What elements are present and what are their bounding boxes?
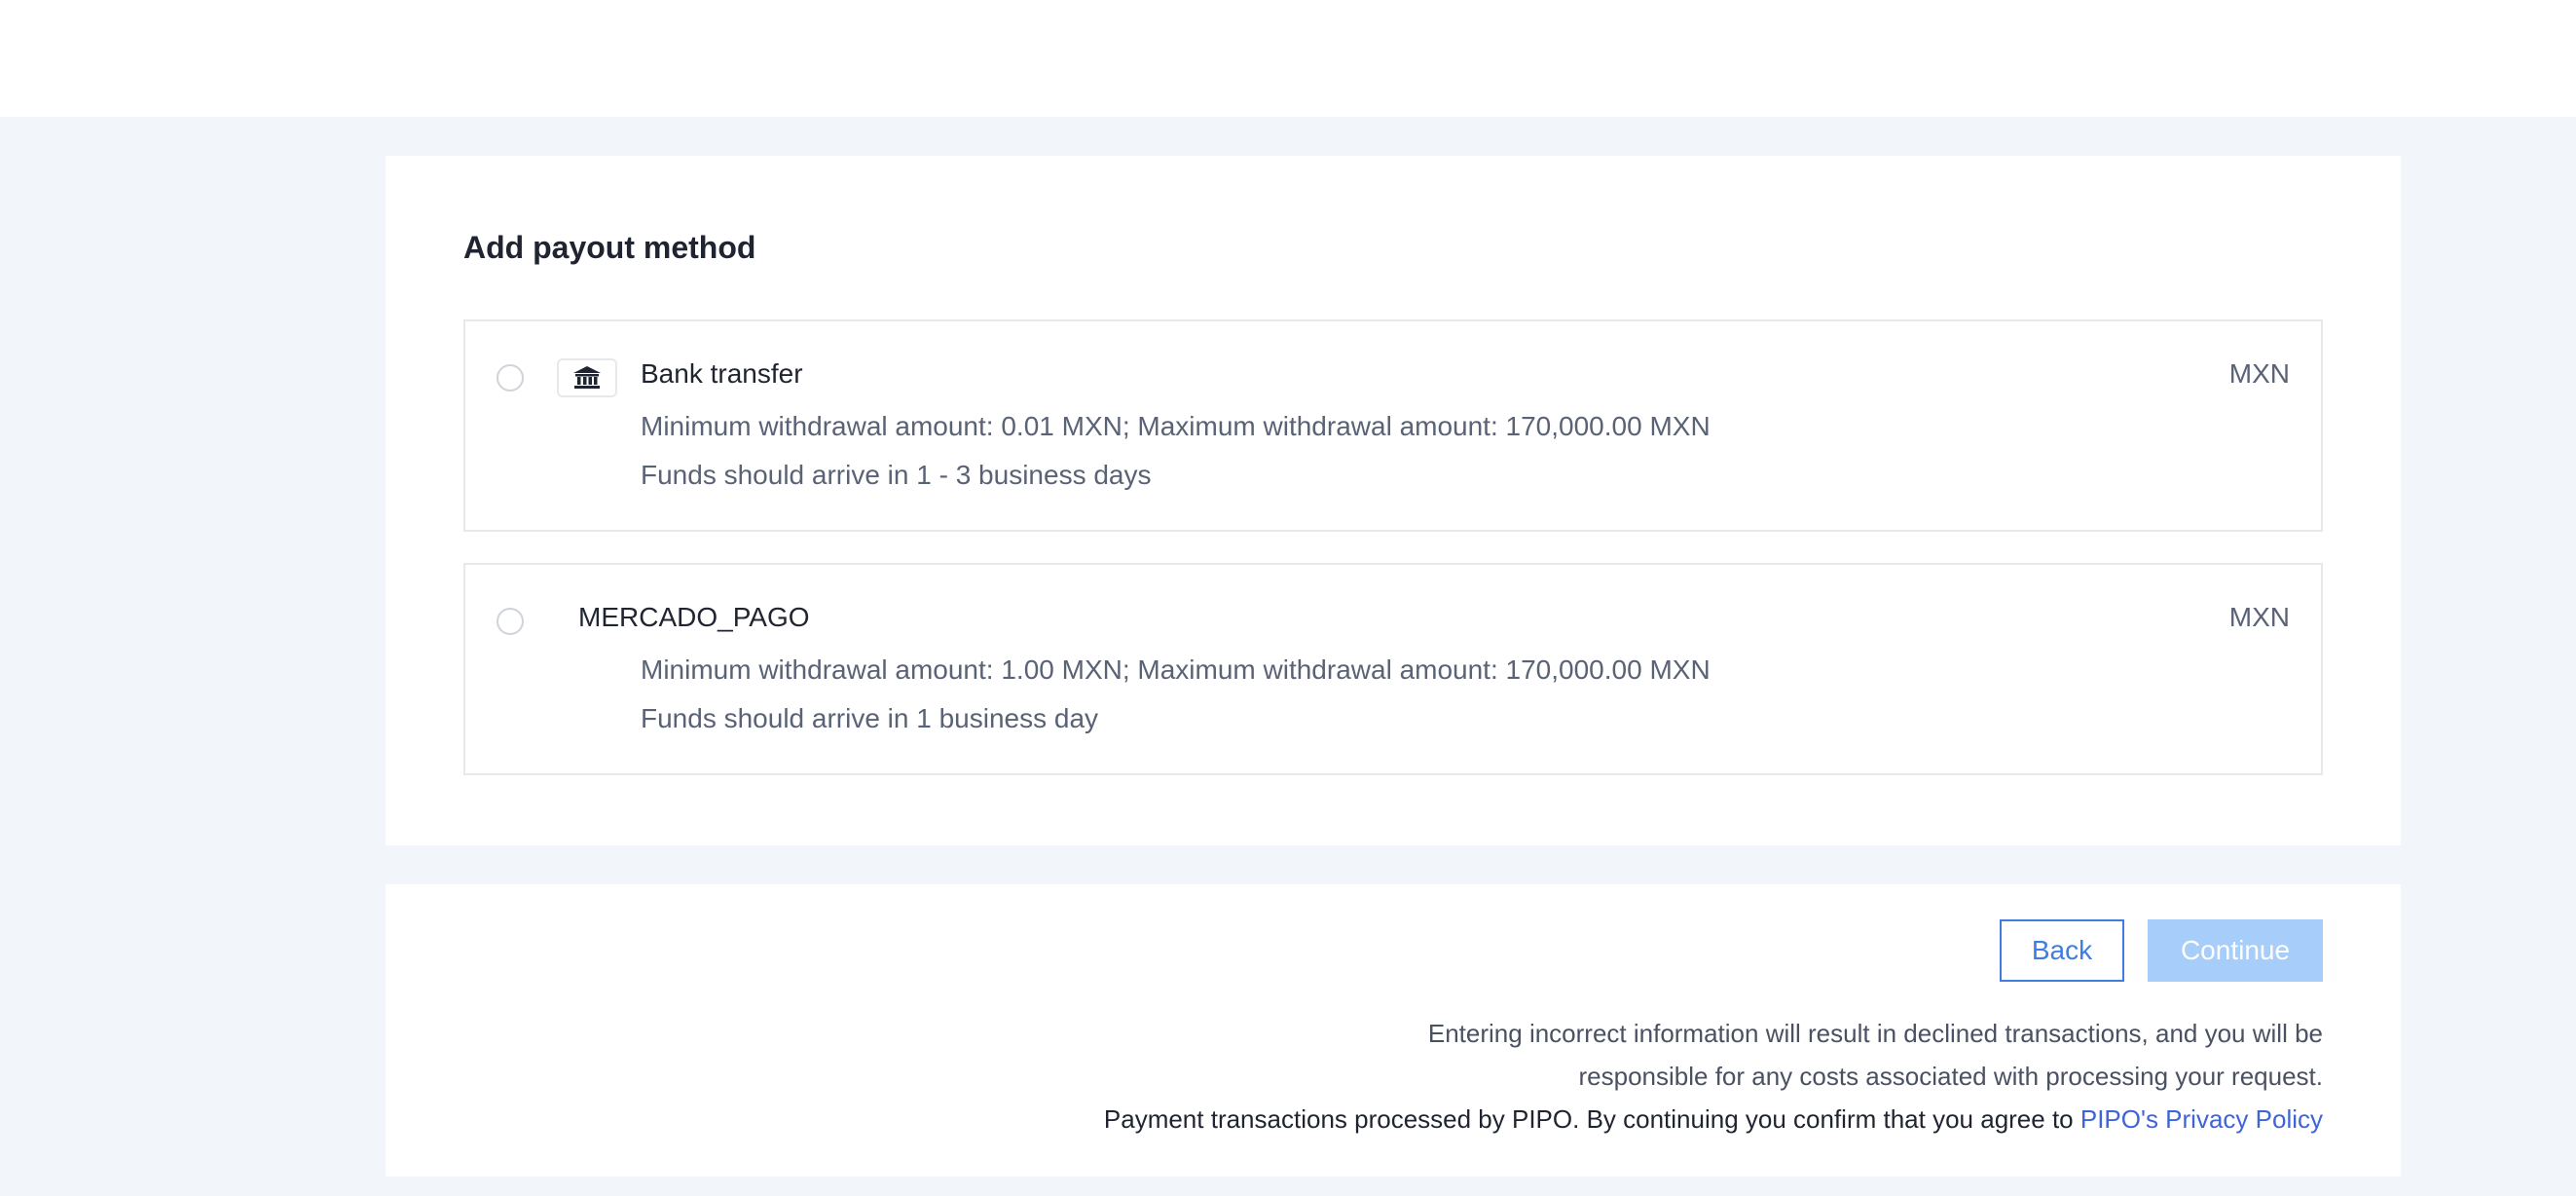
top-bar — [0, 0, 2576, 117]
bank-icon — [557, 358, 617, 397]
option-currency: MXN — [2228, 602, 2290, 632]
notice-text-line-1: Entering incorrect information will resu… — [1427, 1019, 2323, 1048]
option-name: Bank transfer — [641, 358, 803, 389]
processing-notice-text: Payment transactions processed by PIPO. … — [1103, 1104, 2080, 1134]
notice-text-line-2: responsible for any costs associated wit… — [1578, 1062, 2324, 1091]
option-arrival: Funds should arrive in 1 business day — [641, 703, 1099, 733]
footer-card: Back Continue Entering incorrect informa… — [386, 884, 2401, 1177]
option-limits: Minimum withdrawal amount: 0.01 MXN; Max… — [641, 411, 1711, 441]
processing-notice: Payment transactions processed by PIPO. … — [1104, 1104, 2323, 1135]
option-currency: MXN — [2228, 358, 2290, 389]
payout-method-card: Add payout method Bank transfer MXN Mini… — [386, 156, 2401, 845]
option-arrival: Funds should arrive in 1 - 3 business da… — [641, 460, 1152, 490]
back-button[interactable]: Back — [2000, 919, 2124, 982]
payout-option-bank-transfer[interactable]: Bank transfer MXN Minimum withdrawal amo… — [463, 319, 2323, 532]
page-title: Add payout method — [463, 230, 756, 265]
continue-button[interactable]: Continue — [2148, 919, 2323, 982]
option-limits: Minimum withdrawal amount: 1.00 MXN; Max… — [641, 654, 1711, 685]
radio-button[interactable] — [497, 364, 524, 392]
radio-button[interactable] — [497, 608, 524, 635]
payout-option-mercado-pago[interactable]: MERCADO_PAGO MXN Minimum withdrawal amou… — [463, 563, 2323, 775]
option-name: MERCADO_PAGO — [578, 602, 810, 632]
privacy-policy-link[interactable]: PIPO's Privacy Policy — [2080, 1104, 2323, 1134]
